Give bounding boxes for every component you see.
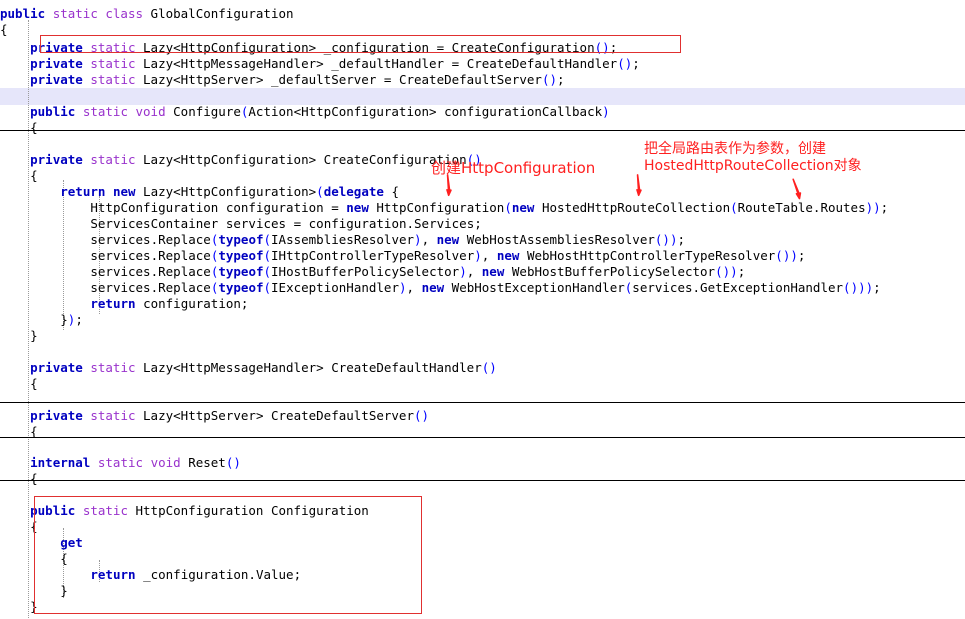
code-line-text: { xyxy=(30,120,38,135)
code-line-text: services.Replace(typeof(IHttpControllerT… xyxy=(90,248,806,263)
code-line[interactable]: { xyxy=(0,376,965,392)
annotation-hosted-route-collection: 把全局路由表作为参数，创建 HostedHttpRouteCollection对象 xyxy=(644,141,862,174)
code-line-text: { xyxy=(60,551,68,566)
code-line[interactable]: internal static void Reset() xyxy=(0,455,965,471)
code-line-text: { xyxy=(30,519,38,534)
code-line[interactable]: { xyxy=(0,519,965,535)
code-line[interactable]: private static Lazy<HttpMessageHandler> … xyxy=(0,360,965,376)
code-line-text: return new Lazy<HttpConfiguration>(deleg… xyxy=(60,184,399,199)
code-line[interactable]: return _configuration.Value; xyxy=(0,567,965,583)
code-line-text: } xyxy=(60,583,68,598)
code-line-text: private static Lazy<HttpMessageHandler> … xyxy=(30,360,497,375)
code-line[interactable]: }); xyxy=(0,312,965,328)
code-line[interactable] xyxy=(0,344,965,360)
code-line-text: get xyxy=(60,535,83,550)
annotation-create-httpconfiguration: 创建HttpConfiguration xyxy=(431,159,596,178)
code-line[interactable]: } xyxy=(0,599,965,615)
code-line[interactable] xyxy=(0,487,965,503)
code-line[interactable] xyxy=(0,440,965,456)
code-line[interactable]: public static class GlobalConfiguration xyxy=(0,6,965,22)
code-line-text: services.Replace(typeof(IExceptionHandle… xyxy=(90,280,881,295)
collapse-rule-reset xyxy=(0,480,965,481)
collapse-rule-configure xyxy=(0,130,965,131)
code-line[interactable]: services.Replace(typeof(IExceptionHandle… xyxy=(0,280,965,296)
code-line-text: { xyxy=(30,168,38,183)
code-line-text: services.Replace(typeof(IHostBufferPolic… xyxy=(90,264,746,279)
code-line[interactable]: services.Replace(typeof(IAssembliesResol… xyxy=(0,232,965,248)
code-line[interactable]: } xyxy=(0,328,965,344)
code-line-text: return _configuration.Value; xyxy=(90,567,302,582)
code-line-text: { xyxy=(30,471,38,486)
code-line[interactable]: { xyxy=(0,471,965,487)
code-line-text: private static Lazy<HttpServer> CreateDe… xyxy=(30,408,430,423)
code-line-text: ServicesContainer services = configurati… xyxy=(90,216,482,231)
code-line[interactable]: } xyxy=(0,583,965,599)
code-line-text: } xyxy=(30,599,38,614)
code-line-text: public static void Configure(Action<Http… xyxy=(30,104,610,119)
code-line[interactable]: public static void Configure(Action<Http… xyxy=(0,104,965,120)
code-line-text: public static class GlobalConfiguration xyxy=(0,6,294,21)
code-line[interactable]: private static Lazy<HttpServer> CreateDe… xyxy=(0,408,965,424)
code-line[interactable] xyxy=(0,392,965,408)
code-line[interactable]: { xyxy=(0,120,965,136)
code-line[interactable]: services.Replace(typeof(IHttpControllerT… xyxy=(0,248,965,264)
code-line-text: }); xyxy=(60,312,83,327)
code-line[interactable]: public static HttpConfiguration Configur… xyxy=(0,503,965,519)
annotation-line: 把全局路由表作为参数，创建 xyxy=(644,141,826,157)
code-line[interactable]: ServicesContainer services = configurati… xyxy=(0,216,965,232)
code-line-text: private static Lazy<HttpMessageHandler> … xyxy=(30,56,640,71)
code-line[interactable]: { xyxy=(0,22,965,38)
code-line-text: private static Lazy<HttpConfiguration> C… xyxy=(30,152,482,167)
code-line[interactable]: get xyxy=(0,535,965,551)
code-line-text: public static HttpConfiguration Configur… xyxy=(30,503,369,518)
code-line-text: internal static void Reset() xyxy=(30,455,241,470)
code-line[interactable]: HttpConfiguration configuration = new Ht… xyxy=(0,200,965,216)
code-line-text: { xyxy=(30,376,38,391)
code-line-text: services.Replace(typeof(IAssembliesResol… xyxy=(90,232,686,247)
collapse-rule-create-default-handler xyxy=(0,402,965,403)
code-line-text: return configuration; xyxy=(90,296,249,311)
code-line[interactable]: private static Lazy<HttpServer> _default… xyxy=(0,72,965,88)
code-line[interactable]: private static Lazy<HttpConfiguration> _… xyxy=(0,40,965,56)
code-line-text: { xyxy=(0,22,8,37)
code-line-text: } xyxy=(30,328,38,343)
code-line[interactable]: { xyxy=(0,551,965,567)
code-line[interactable]: private static Lazy<HttpMessageHandler> … xyxy=(0,56,965,72)
collapse-rule-create-default-server xyxy=(0,437,965,438)
code-line-text: private static Lazy<HttpConfiguration> _… xyxy=(30,40,618,55)
code-line[interactable] xyxy=(0,88,965,104)
code-editor-canvas[interactable]: public static class GlobalConfiguration{… xyxy=(0,0,965,619)
code-line[interactable]: return new Lazy<HttpConfiguration>(deleg… xyxy=(0,184,965,200)
code-line[interactable]: services.Replace(typeof(IHostBufferPolic… xyxy=(0,264,965,280)
code-line-text: HttpConfiguration configuration = new Ht… xyxy=(90,200,889,215)
annotation-line: 创建HttpConfiguration xyxy=(431,159,596,177)
code-line[interactable]: return configuration; xyxy=(0,296,965,312)
annotation-line: HostedHttpRouteCollection对象 xyxy=(644,157,862,174)
code-line-text: private static Lazy<HttpServer> _default… xyxy=(30,72,565,87)
